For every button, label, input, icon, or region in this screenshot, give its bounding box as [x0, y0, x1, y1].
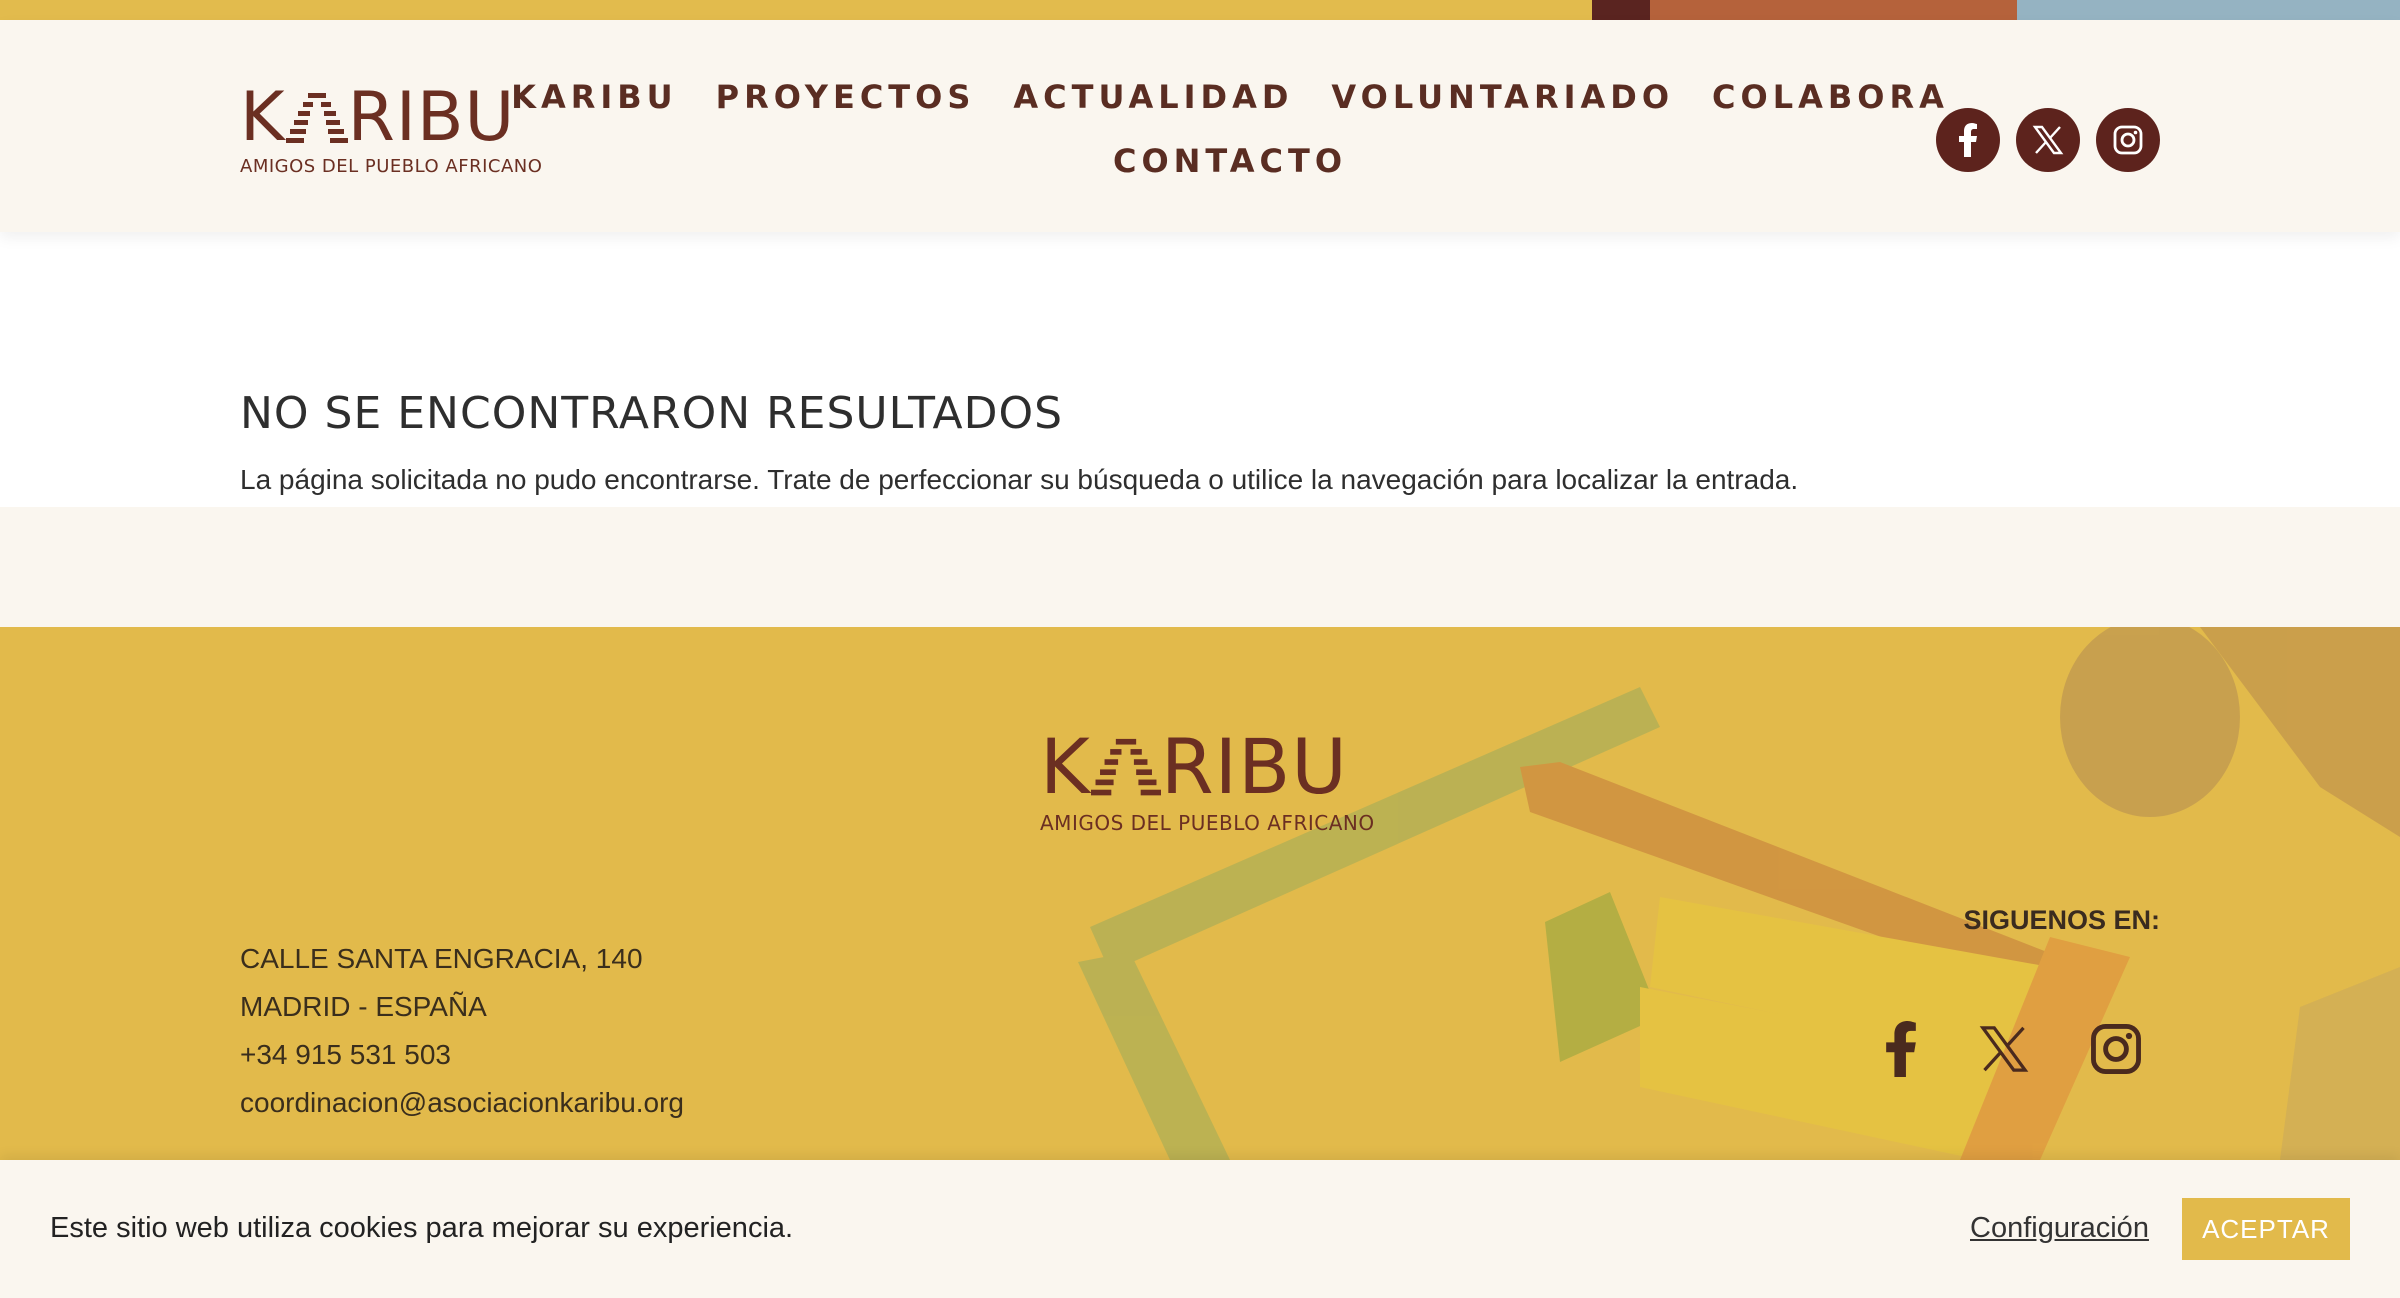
- footer-address: CALLE SANTA ENGRACIA, 140 MADRID - ESPAÑ…: [240, 935, 684, 1127]
- footer-logo-letter-k: K: [1040, 721, 1091, 811]
- cookie-banner: Este sitio web utiliza cookies para mejo…: [0, 1160, 2400, 1298]
- footer-logo-wordmark: K RIBU: [1040, 722, 1375, 811]
- footer-logo-tagline: AMIGOS DEL PUEBLO AFRICANO: [1040, 811, 1375, 835]
- spacer-band: [0, 507, 2400, 627]
- logo-wordmark: K RIBU: [240, 78, 542, 157]
- address-phone[interactable]: +34 915 531 503: [240, 1031, 684, 1079]
- logo-stripes-icon: [285, 93, 348, 143]
- logo-letter-k: K: [240, 77, 286, 157]
- header-facebook-button[interactable]: [1936, 108, 2000, 172]
- footer-facebook-button[interactable]: [1884, 1021, 1918, 1082]
- footer-x-button[interactable]: [1978, 1023, 2030, 1080]
- nav-item-colabora[interactable]: COLABORA: [1712, 80, 1949, 114]
- nav-item-contacto[interactable]: CONTACTO: [1113, 144, 1347, 178]
- nav-item-karibu[interactable]: KARIBU: [511, 80, 677, 114]
- cookie-message: Este sitio web utiliza cookies para mejo…: [50, 1212, 794, 1244]
- nav-row-2: CONTACTO: [580, 144, 1880, 178]
- nav-item-proyectos[interactable]: PROYECTOS: [716, 80, 976, 114]
- logo-letters-ribu: RIBU: [347, 77, 516, 157]
- follow-us-label: SIGUENOS EN:: [1963, 905, 2160, 935]
- topbar-segment-darkbrown: [1592, 0, 1650, 20]
- address-email[interactable]: coordinacion@asociacionkaribu.org: [240, 1079, 684, 1127]
- topbar-segment-yellow: [0, 0, 1592, 20]
- nav-row-1: KARIBU PROYECTOS ACTUALIDAD VOLUNTARIADO…: [511, 80, 1944, 114]
- address-street: CALLE SANTA ENGRACIA, 140: [240, 943, 643, 974]
- instagram-icon: [2113, 125, 2143, 155]
- site-footer: K RIBU AMIGOS DEL PUEBLO AFRICANO CALLE …: [0, 627, 2400, 1160]
- site-header: K RIBU AMIGOS DEL PUEBLO AFRICANO KARIBU…: [0, 20, 2400, 232]
- topbar-segment-rust: [1650, 0, 2017, 20]
- facebook-icon: [1886, 1021, 1916, 1077]
- page-title: NO SE ENCONTRARON RESULTADOS: [240, 388, 1064, 439]
- footer-social-links: [1884, 1021, 2142, 1082]
- footer-logo-letters-ribu: RIBU: [1160, 721, 1348, 811]
- facebook-icon: [1959, 123, 1977, 157]
- footer-instagram-button[interactable]: [2090, 1023, 2142, 1080]
- main-nav: KARIBU PROYECTOS ACTUALIDAD VOLUNTARIADO…: [511, 80, 1944, 178]
- header-instagram-button[interactable]: [2096, 108, 2160, 172]
- x-icon: [2032, 125, 2064, 155]
- nav-item-actualidad[interactable]: ACTUALIDAD: [1013, 80, 1293, 114]
- x-icon: [1979, 1026, 2029, 1072]
- footer-logo-stripes-icon: [1090, 738, 1161, 796]
- instagram-icon: [2091, 1024, 2141, 1074]
- top-color-bar: [0, 0, 2400, 20]
- logo-tagline: AMIGOS DEL PUEBLO AFRICANO: [240, 156, 543, 177]
- topbar-segment-blue: [2017, 0, 2400, 20]
- header-logo[interactable]: K RIBU AMIGOS DEL PUEBLO AFRICANO: [240, 78, 543, 178]
- not-found-message: La página solicitada no pudo encontrarse…: [240, 464, 1799, 495]
- header-x-button[interactable]: [2016, 108, 2080, 172]
- nav-item-voluntariado[interactable]: VOLUNTARIADO: [1331, 80, 1674, 114]
- footer-logo[interactable]: K RIBU AMIGOS DEL PUEBLO AFRICANO: [1040, 722, 1375, 836]
- cookie-config-link[interactable]: Configuración: [1970, 1212, 2149, 1245]
- cookie-accept-button[interactable]: ACEPTAR: [2182, 1198, 2350, 1260]
- main-content: NO SE ENCONTRARON RESULTADOS La página s…: [0, 232, 2400, 507]
- address-city: MADRID - ESPAÑA: [240, 991, 487, 1022]
- header-social-links: [1936, 108, 2160, 172]
